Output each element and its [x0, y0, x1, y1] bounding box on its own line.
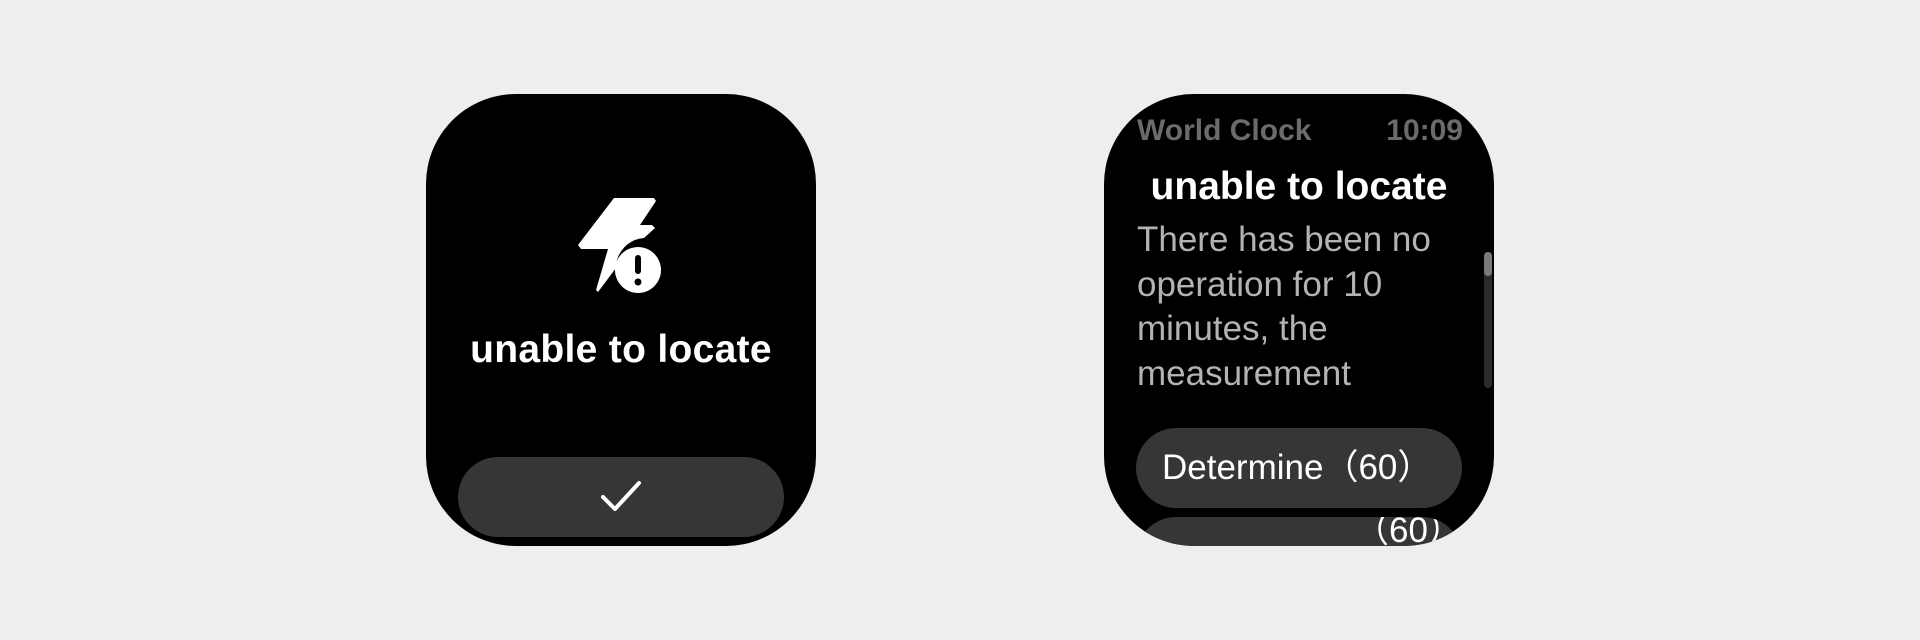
- dialog-title: unable to locate: [470, 328, 772, 371]
- checkmark-icon: [601, 481, 641, 511]
- app-name: World Clock: [1137, 114, 1312, 147]
- dialog-title: unable to locate: [1150, 165, 1448, 208]
- status-time: 10:09: [1386, 114, 1463, 147]
- second-button-label: （60）: [1354, 517, 1462, 546]
- watch-screen-error-dialog: unable to locate: [426, 94, 816, 546]
- dialog-message: There has been no operation for 10 minut…: [1137, 220, 1431, 393]
- determine-button[interactable]: Determine（60）: [1136, 428, 1462, 508]
- scrollbar-thumb[interactable]: [1484, 252, 1492, 276]
- second-button[interactable]: （60）: [1136, 517, 1462, 546]
- scrollbar[interactable]: [1484, 252, 1492, 388]
- confirm-button[interactable]: [458, 457, 784, 537]
- watch-screen-world-clock-dialog: World Clock 10:09 unable to locate There…: [1104, 94, 1494, 546]
- power-warning-icon: [576, 198, 668, 294]
